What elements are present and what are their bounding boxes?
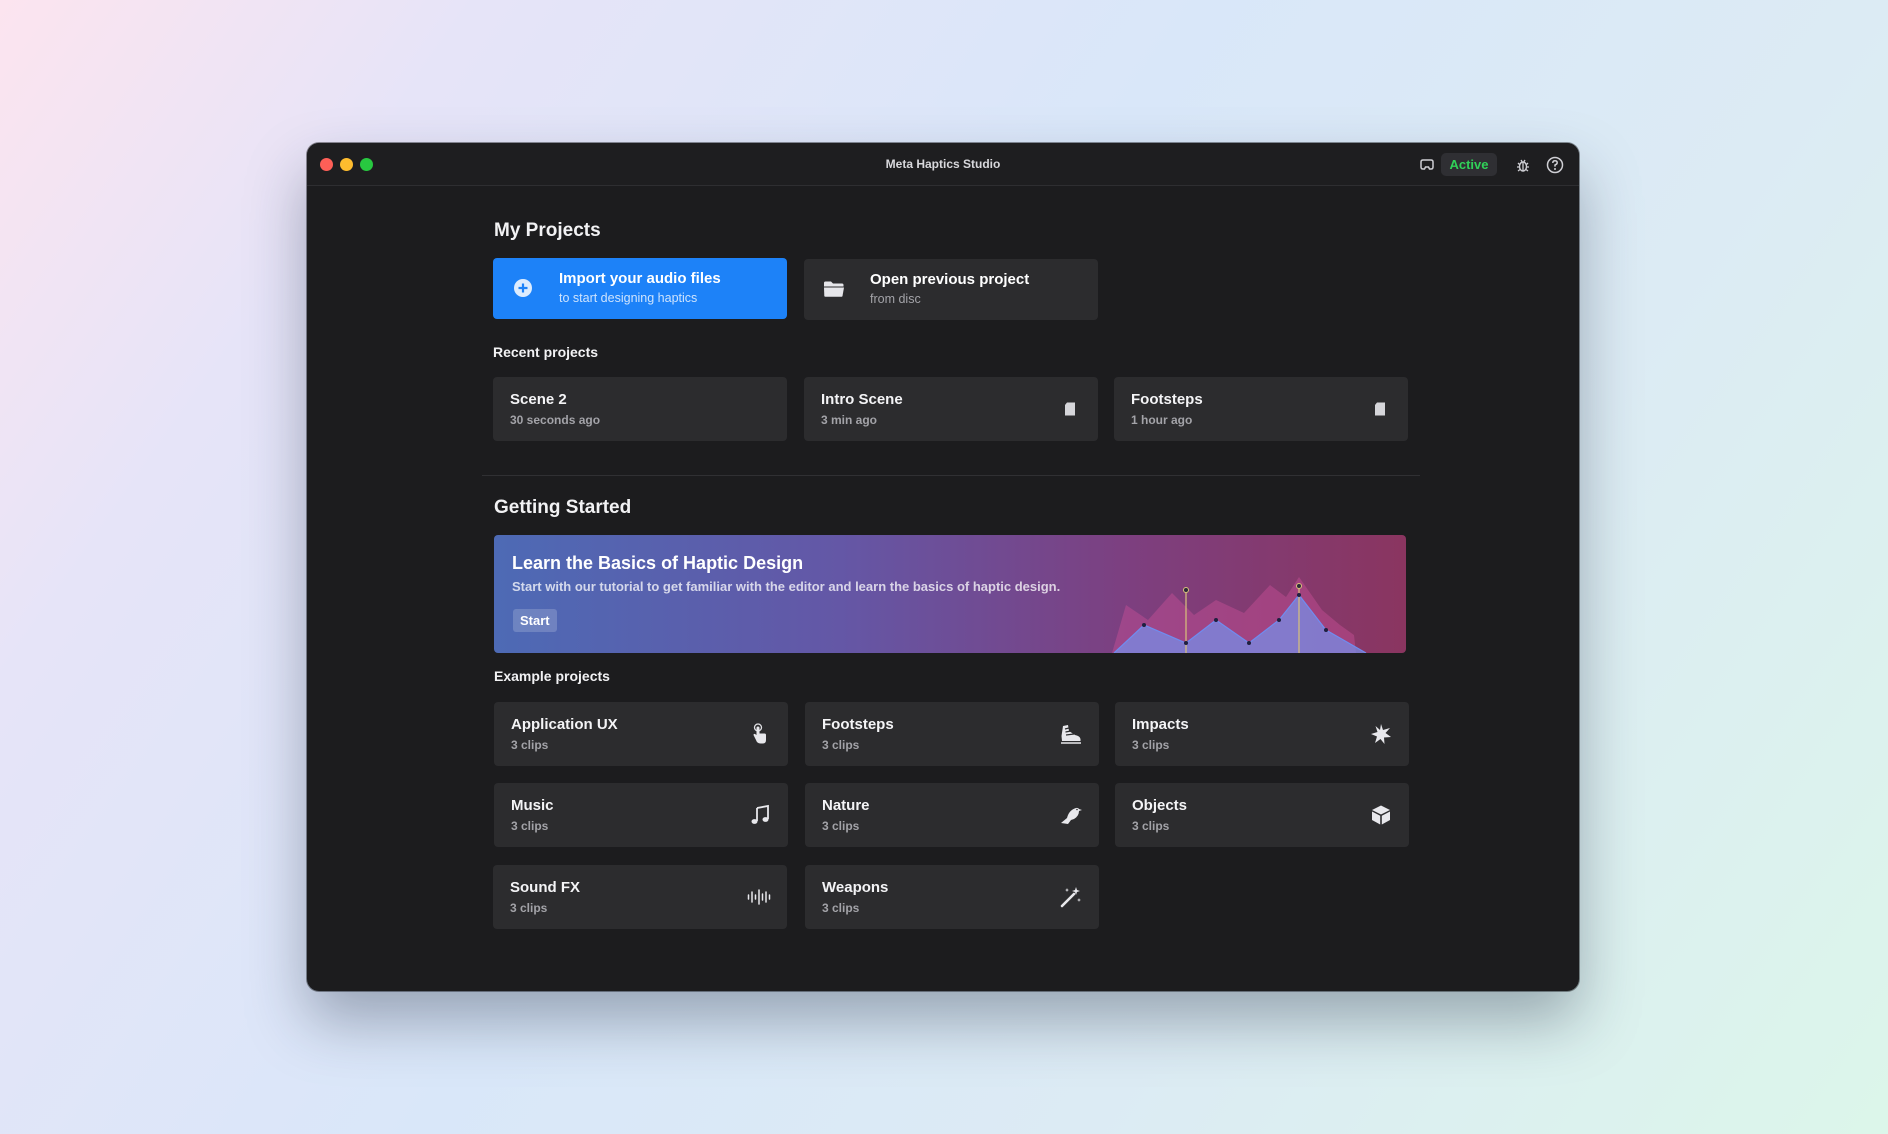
recent-project-title: Scene 2 [510, 391, 567, 408]
getting-started-heading: Getting Started [494, 497, 632, 518]
start-button[interactable]: Start [513, 609, 557, 632]
example-clips: 3 clips [511, 738, 549, 752]
example-title: Nature [822, 797, 870, 814]
haptic-waveform-illustration [1112, 577, 1367, 653]
recent-project-time: 1 hour ago [1131, 413, 1193, 427]
example-project-card[interactable]: Sound FX 3 clips [493, 865, 787, 929]
recent-project-card[interactable]: Scene 2 30 seconds ago [493, 377, 787, 441]
bug-icon[interactable] [1512, 154, 1534, 176]
open-project-button[interactable]: Open previous project from disc [804, 259, 1098, 320]
example-title: Impacts [1132, 716, 1189, 733]
example-clips: 3 clips [1132, 738, 1170, 752]
import-title: Import your audio files [559, 270, 721, 287]
example-project-card[interactable]: Application UX 3 clips [494, 702, 788, 766]
example-title: Weapons [822, 879, 889, 896]
recent-project-card[interactable]: Intro Scene 3 min ago [804, 377, 1098, 441]
section-divider [482, 475, 1420, 476]
example-title: Footsteps [822, 716, 894, 733]
open-subtitle: from disc [870, 292, 921, 306]
title-bar: Meta Haptics Studio Active [307, 143, 1579, 186]
example-project-card[interactable]: Impacts 3 clips [1115, 702, 1409, 766]
tutorial-banner[interactable]: Learn the Basics of Haptic Design Start … [494, 535, 1406, 653]
example-title: Sound FX [510, 879, 580, 896]
example-clips: 3 clips [510, 901, 548, 915]
recent-project-title: Intro Scene [821, 391, 903, 408]
folder-icon [822, 277, 846, 301]
recent-project-time: 3 min ago [821, 413, 878, 427]
banner-text: Start with our tutorial to get familiar … [512, 579, 1061, 594]
recent-projects-heading: Recent projects [493, 344, 599, 360]
burst-icon [1367, 720, 1395, 748]
example-clips: 3 clips [1132, 819, 1170, 833]
example-clips: 3 clips [822, 738, 860, 752]
cube-icon [1367, 801, 1395, 829]
example-project-card[interactable]: Weapons 3 clips [805, 865, 1099, 929]
recent-project-time: 30 seconds ago [510, 413, 601, 427]
help-icon[interactable] [1544, 154, 1566, 176]
music-note-icon [746, 801, 774, 829]
window-title: Meta Haptics Studio [885, 157, 1001, 171]
banner-title: Learn the Basics of Haptic Design [512, 553, 804, 573]
example-clips: 3 clips [822, 901, 860, 915]
example-title: Music [511, 797, 554, 814]
open-title: Open previous project [870, 271, 1030, 288]
my-projects-heading: My Projects [494, 220, 601, 241]
example-project-card[interactable]: Nature 3 clips [805, 783, 1099, 847]
recent-project-title: Footsteps [1131, 391, 1203, 408]
example-projects-heading: Example projects [494, 668, 610, 684]
headset-icon[interactable] [1416, 154, 1438, 176]
magic-wand-icon [1057, 883, 1085, 911]
waveform-icon [745, 883, 773, 911]
file-icon [1366, 395, 1394, 423]
example-clips: 3 clips [822, 819, 860, 833]
hand-tap-icon [746, 720, 774, 748]
example-project-card[interactable]: Objects 3 clips [1115, 783, 1409, 847]
shoe-icon [1057, 720, 1085, 748]
recent-project-card[interactable]: Footsteps 1 hour ago [1114, 377, 1408, 441]
add-circle-icon [511, 276, 535, 300]
example-title: Objects [1132, 797, 1188, 814]
example-clips: 3 clips [511, 819, 549, 833]
example-title: Application UX [511, 716, 618, 733]
import-subtitle: to start designing haptics [559, 291, 698, 305]
status-badge: Active [1441, 153, 1497, 176]
example-project-card[interactable]: Music 3 clips [494, 783, 788, 847]
import-audio-button[interactable]: Import your audio files to start designi… [493, 258, 787, 319]
bird-icon [1057, 801, 1085, 829]
file-icon [1056, 395, 1084, 423]
example-project-card[interactable]: Footsteps 3 clips [805, 702, 1099, 766]
